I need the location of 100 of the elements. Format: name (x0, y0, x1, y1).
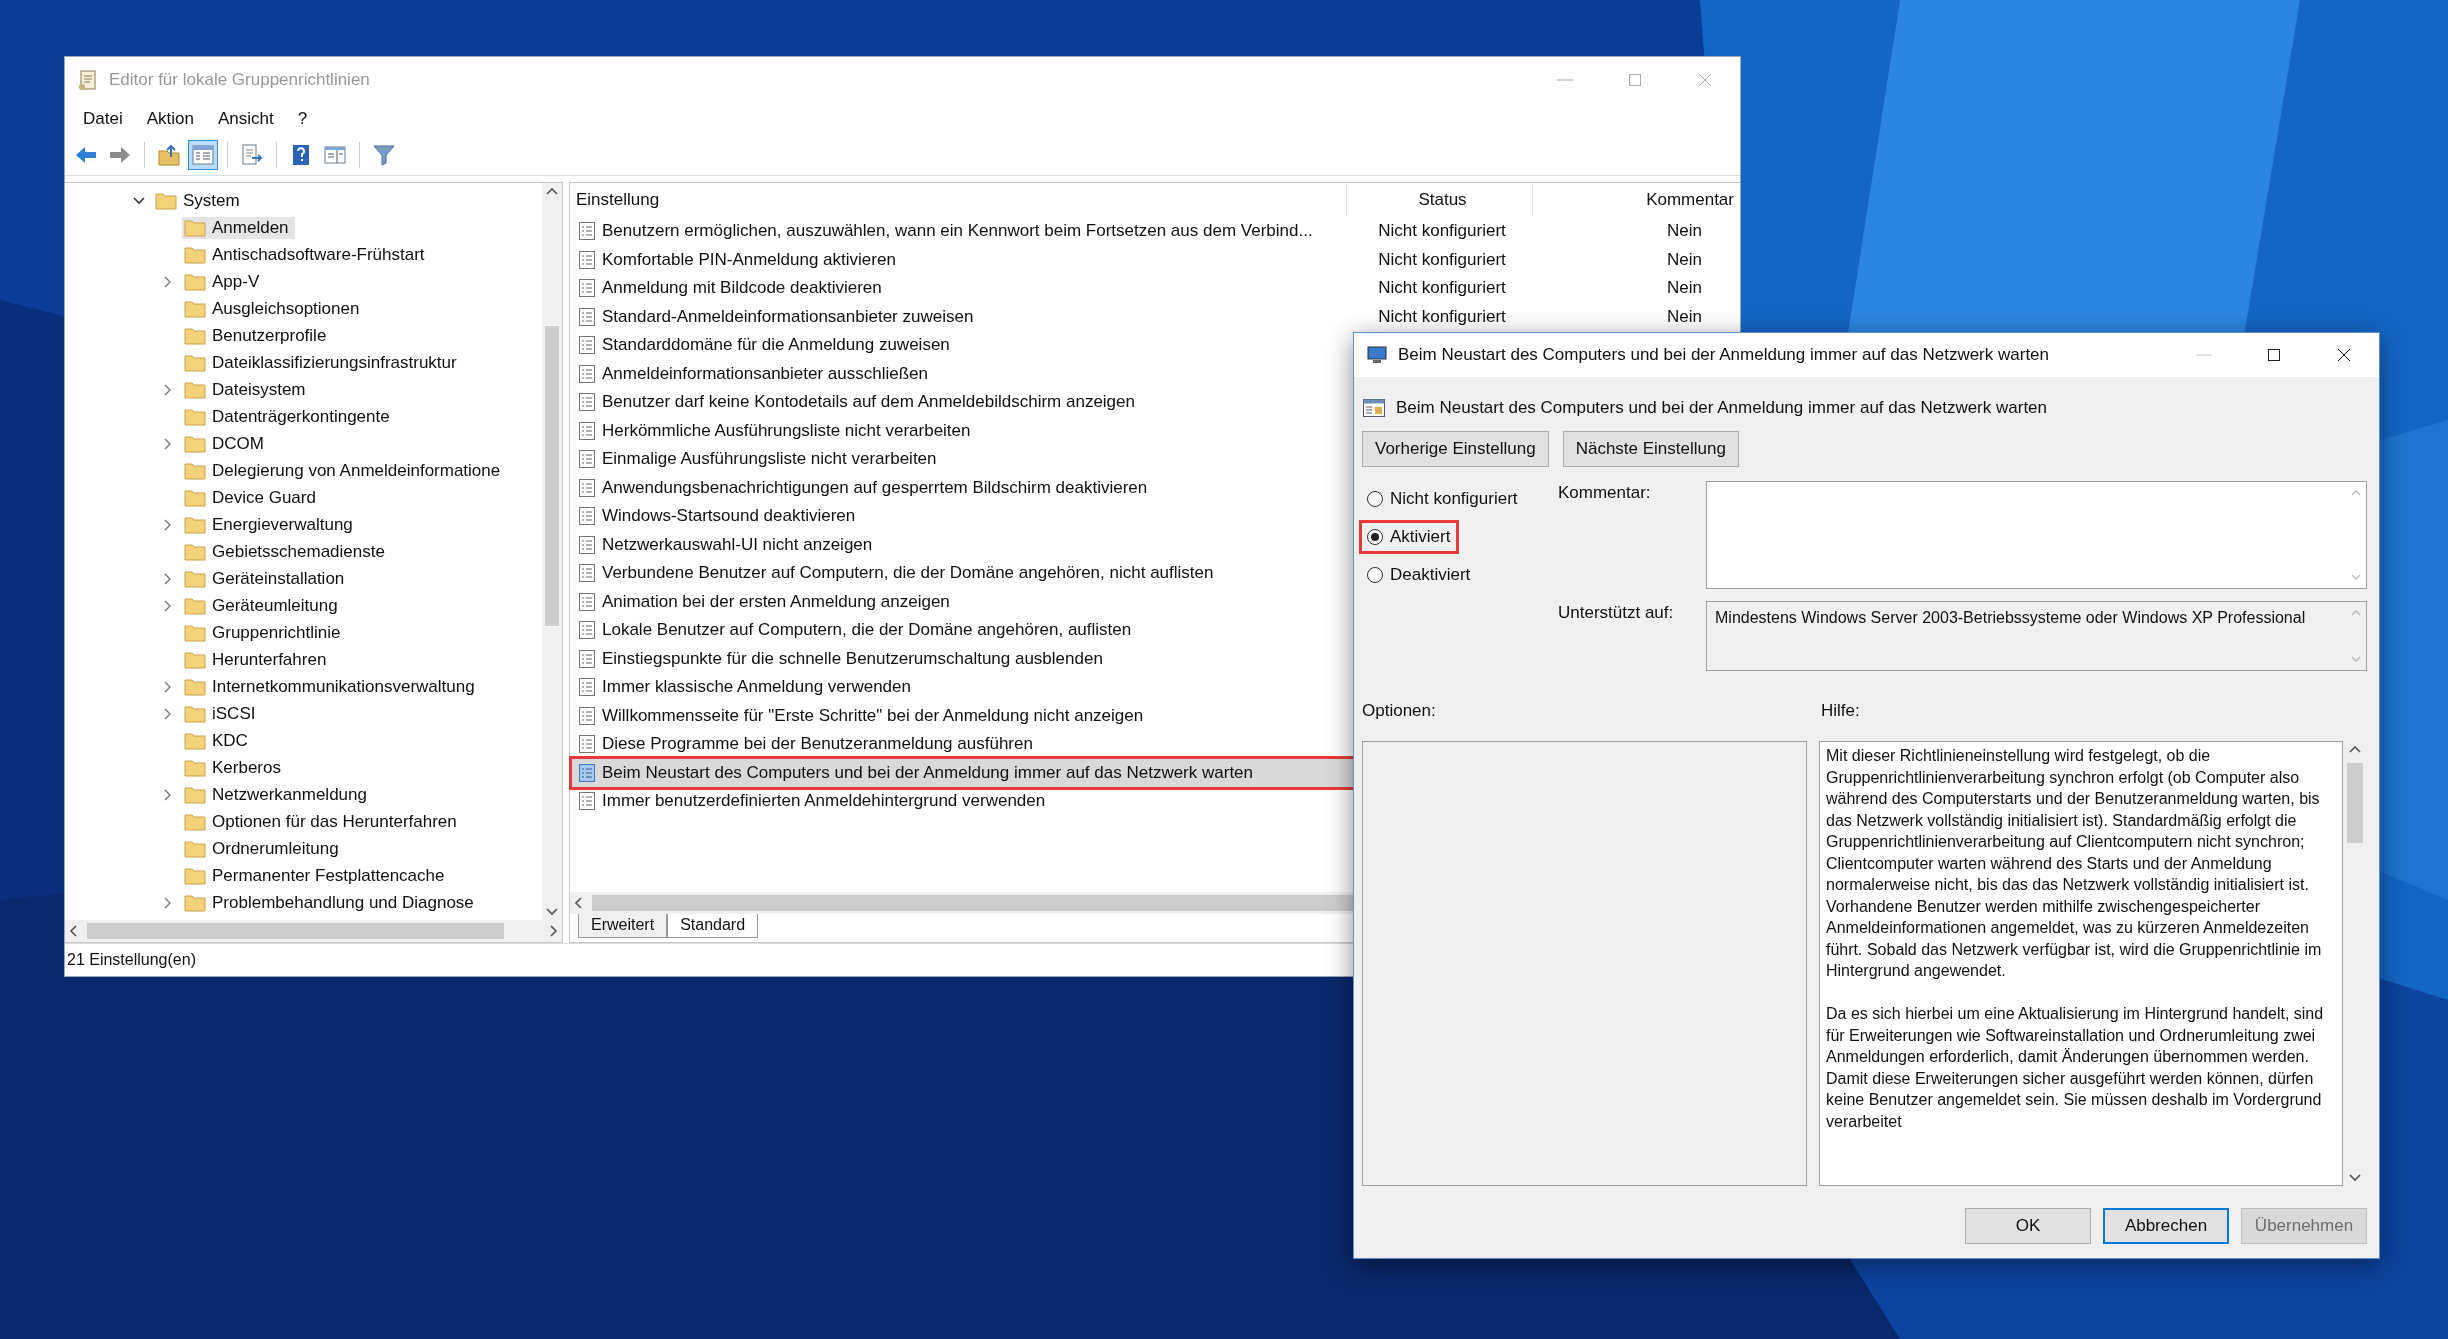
scroll-thumb[interactable] (87, 923, 504, 939)
list-row[interactable]: Komfortable PIN-Anmeldung aktivieren Nicht konfiguriert Nein (572, 245, 1738, 274)
tree-item[interactable]: Anmelden (182, 216, 295, 239)
folder-icon (184, 407, 206, 426)
tree-item[interactable]: Problembehandlung und Diagnose (182, 891, 480, 914)
tree-item[interactable]: Dateisystem (182, 378, 312, 401)
scroll-thumb[interactable] (545, 326, 559, 626)
help-paragraph: Da es sich hierbei um eine Aktualisierung im Hintergrund handelt, sind für Erweiterungen wie Softwareinstallation und Ordnerumleitung zwei Anmeldungen erforderlich, damit Änderungen übernommen werden. Damit diese Erweiterungen sicher ausgeführt werden können, dürfen keine Benutzer angemeldet sein. Sie müssen deshalb im Vordergrund verarbeitet (1826, 1004, 2325, 1132)
setting-icon (578, 762, 596, 783)
filter-icon (372, 143, 396, 167)
table-cell-text: Nein (1666, 306, 1703, 327)
dialog-button[interactable]: OK (1965, 1208, 2091, 1244)
setting-name: Lokale Benutzer auf Computern, die der Domäne angehören, auflisten (602, 620, 1132, 641)
tree-item[interactable]: Gruppenrichtlinie (182, 621, 347, 644)
tree-item[interactable]: Internetkommunikationsverwaltung (182, 675, 481, 698)
tree-item[interactable]: Antischadsoftware-Frühstart (182, 243, 431, 266)
tree-item[interactable]: Permanenter Festplattencache (182, 864, 451, 887)
radio-button[interactable] (1366, 528, 1384, 546)
tree-item[interactable]: Energieverwaltung (182, 513, 359, 536)
radio-option[interactable]: Deaktiviert (1362, 561, 1477, 589)
table-cell-text: Nein (1666, 249, 1703, 270)
list-row[interactable]: Immer klassische Anmeldung verwenden (572, 673, 1738, 702)
column-header[interactable]: Einstellung (570, 183, 1347, 217)
radio-button[interactable] (1366, 566, 1384, 584)
tree-item[interactable]: App-V (182, 270, 266, 293)
status-text: 21 Einstellung(en) (67, 951, 196, 969)
tree-item[interactable]: Gebietsschemadienste (182, 540, 391, 563)
setting-icon (578, 791, 596, 812)
folder-icon (184, 461, 206, 480)
setting-name: Animation bei der ersten Anmeldung anzeigen (602, 591, 950, 612)
list-row[interactable]: Einstiegspunkte für die schnelle Benutzerumschaltung ausblenden (572, 644, 1738, 673)
folder-up-icon (157, 143, 181, 167)
folder-icon (184, 623, 206, 642)
setting-name: Benutzern ermöglichen, auszuwählen, wann ein Kennwort beim Fortsetzen aus dem Verbind... (602, 221, 1313, 242)
setting-heading: Beim Neustart des Computers und bei der Anmeldung immer auf das Netzwerk warten (1396, 398, 2048, 418)
setting-icon (578, 734, 596, 755)
radio-option[interactable]: Nicht konfiguriert (1362, 485, 1524, 513)
setting-name: Standarddomäne für die Anmeldung zuweisen (602, 335, 950, 356)
menu-item[interactable]: Ansicht (205, 109, 286, 129)
setting-icon (578, 249, 596, 270)
column-header[interactable]: Kommentar (1533, 183, 1740, 217)
folder-icon (184, 542, 206, 561)
folder-icon (184, 434, 206, 453)
nav-button[interactable]: Vorherige Einstellung (1362, 431, 1549, 467)
folder-icon (184, 245, 206, 264)
nav-button[interactable]: Nächste Einstellung (1562, 431, 1739, 467)
tree-item[interactable]: iSCSI (182, 702, 262, 725)
menu-item[interactable]: ? (285, 109, 320, 129)
tree-item[interactable]: Optionen für das Herunterfahren (182, 810, 463, 833)
folder-icon (184, 272, 206, 291)
tree-item[interactable]: Geräteinstallation (182, 567, 351, 590)
tree-item[interactable]: Device Guard (182, 486, 322, 509)
list-row[interactable]: Benutzern ermöglichen, auszuwählen, wann ein Kennwort beim Fortsetzen aus dem Verbind... Nicht konfiguriert Nein (572, 217, 1738, 246)
folder-icon (184, 380, 206, 399)
tab[interactable]: Standard (667, 914, 759, 938)
toolbar-button[interactable] (188, 140, 218, 170)
tree-item[interactable]: Benutzerprofile (182, 324, 333, 347)
menu-item[interactable]: Aktion (134, 109, 206, 129)
tree-item[interactable]: System (153, 189, 246, 212)
tree-item[interactable]: Dateiklassifizierungsinfrastruktur (182, 351, 463, 374)
setting-icon (578, 221, 596, 242)
comment-field[interactable] (1706, 481, 2367, 589)
tree-item[interactable]: Datenträgerkontingente (182, 405, 396, 428)
scroll-document-icon (77, 69, 99, 91)
setting-icon (578, 648, 596, 669)
radio-button[interactable] (1366, 490, 1384, 508)
dialog-button[interactable]: Abbrechen (2103, 1208, 2229, 1244)
horizontal-scrollbar[interactable] (65, 920, 562, 942)
folder-icon (184, 218, 206, 237)
list-row[interactable]: Diese Programme bei der Benutzeranmeldung ausführen (572, 730, 1738, 759)
tree-item[interactable]: Netzwerkanmeldung (182, 783, 373, 806)
maximize-icon (2266, 347, 2282, 363)
menu-item[interactable]: Datei (71, 109, 135, 129)
list-row[interactable]: Standard-Anmeldeinformationsanbieter zuweisen Nicht konfiguriert Nein (572, 302, 1738, 331)
list-row[interactable]: Immer benutzerdefinierten Anmeldehintergrund verwenden (572, 787, 1738, 816)
folder-icon (184, 704, 206, 723)
list-row[interactable]: Anmeldung mit Bildcode deaktivieren Nicht konfiguriert Nein (572, 274, 1738, 303)
tree-item[interactable]: Delegierung von Anmeldeinformatione (182, 459, 507, 482)
tree-item[interactable]: Geräteumleitung (182, 594, 344, 617)
radio-option[interactable]: Aktiviert (1362, 523, 1457, 551)
vertical-scrollbar[interactable] (542, 183, 562, 920)
setting-icon (578, 335, 596, 356)
scroll-thumb[interactable] (2347, 763, 2363, 843)
tree-item[interactable]: KDC (182, 729, 254, 752)
setting-name: Beim Neustart des Computers und bei der Anmeldung immer auf das Netzwerk warten (602, 762, 1254, 783)
tree-item[interactable]: DCOM (182, 432, 270, 455)
close-icon (1697, 72, 1713, 88)
tree-item[interactable]: Ordnerumleitung (182, 837, 345, 860)
table-cell-text: Nein (1666, 221, 1703, 242)
folder-icon (155, 191, 177, 210)
folder-icon (184, 866, 206, 885)
tree-item[interactable]: Ausgleichsoptionen (182, 297, 366, 320)
table-cell-text: Nein (1666, 278, 1703, 299)
tab[interactable]: Erweitert (578, 914, 668, 938)
tree-item[interactable]: Kerberos (182, 756, 287, 779)
table-cell-text: Nicht konfiguriert (1377, 306, 1507, 327)
close-icon (2336, 347, 2352, 363)
column-header[interactable]: Status (1347, 183, 1533, 217)
setting-icon (578, 620, 596, 641)
tree-item[interactable]: Herunterfahren (182, 648, 333, 671)
